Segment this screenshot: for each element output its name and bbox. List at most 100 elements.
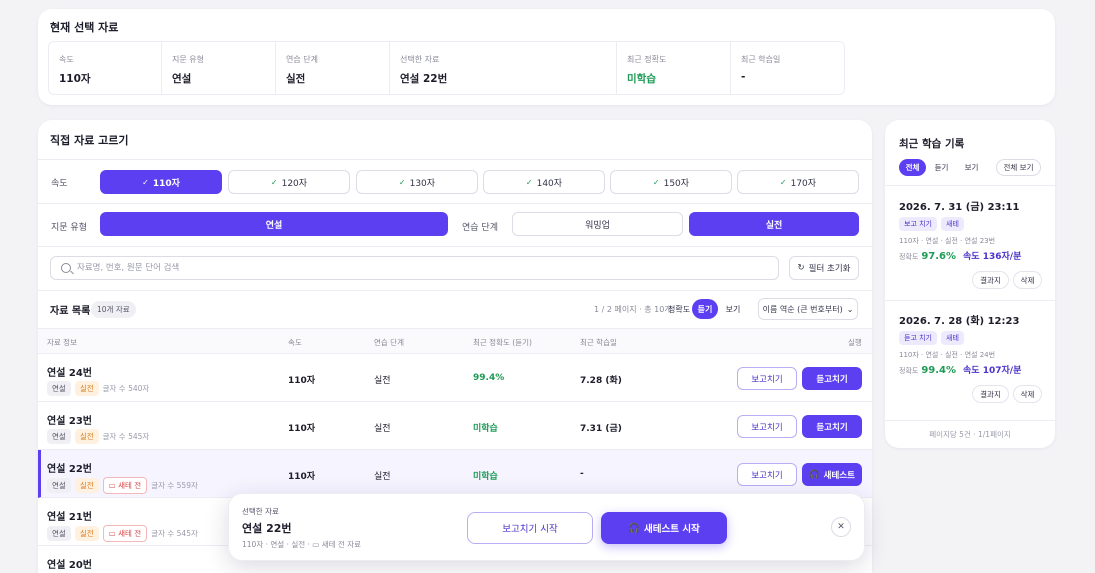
history-result-button[interactable]: 결과지 xyxy=(972,385,1009,403)
divider xyxy=(38,290,872,291)
check-icon: ✓ xyxy=(779,177,787,187)
history-date: 2026. 7. 28 (화) 12:23 xyxy=(899,316,1020,327)
stat-speed: 속도 110자 xyxy=(49,42,162,94)
history-date: 2026. 7. 31 (금) 23:11 xyxy=(899,202,1020,213)
speed-label: 속도 xyxy=(51,179,68,189)
start-view-type-button[interactable]: 보고치기 시작 xyxy=(467,512,593,544)
headphone-icon: 🎧 xyxy=(628,522,641,534)
speed-chip-110[interactable]: ✓ 110자 xyxy=(100,170,222,194)
table-header: 자료 정보 속도 연습 단계 최근 정확도 (듣기) 최근 학습일 실행 xyxy=(38,328,872,354)
listen-type-button[interactable]: 듣고치기 xyxy=(802,415,862,438)
sort-order-select[interactable]: 이름 역순 (큰 번호부터) ⌄ xyxy=(758,298,858,320)
stage-chip-warmup[interactable]: 워밍업 xyxy=(512,212,683,236)
history-accuracy: 정확도 97.6% 속도 136자/분 xyxy=(899,251,1022,262)
history-meta: 110자 · 연설 · 실전 · 연설 23번 xyxy=(899,237,996,245)
history-filter-view[interactable]: 보기 xyxy=(959,159,984,176)
col-accuracy: 최근 정확도 (듣기) xyxy=(473,338,532,347)
list-count-badge: 10개 자료 xyxy=(91,301,136,318)
row-name: 연설 21번 xyxy=(47,512,92,523)
history-meta: 110자 · 연설 · 실전 · 연설 24번 xyxy=(899,351,996,359)
search-input[interactable] xyxy=(77,263,778,273)
history-delete-button[interactable]: 삭제 xyxy=(1013,271,1042,289)
row-name: 연설 24번 xyxy=(47,368,92,379)
check-icon: ✓ xyxy=(525,177,533,187)
speed-chip-170[interactable]: ✓ 170자 xyxy=(737,170,859,194)
list-title: 자료 목록 xyxy=(50,306,91,317)
stat-stage: 연습 단계 실전 xyxy=(276,42,390,94)
stat-passage-type: 지문 유형 연설 xyxy=(162,42,276,94)
row-tags: 연설 실전 ▭ 새테 전 글자 수 559자 xyxy=(47,477,198,494)
row-name: 연설 23번 xyxy=(47,416,92,427)
close-icon[interactable]: ✕ xyxy=(831,517,851,537)
check-icon: ✓ xyxy=(142,177,149,187)
col-action: 실행 xyxy=(848,338,862,347)
reset-icon: ↻ xyxy=(797,263,805,273)
table-row-selected[interactable]: 연설 22번 연설 실전 ▭ 새테 전 글자 수 559자 110자 실전 미학… xyxy=(38,450,872,498)
speed-chip-130[interactable]: ✓ 130자 xyxy=(356,170,478,194)
history-view-all-button[interactable]: 전체 보기 xyxy=(996,159,1041,176)
row-tags: 연설 실전 ▭ 새테 전 글자 수 545자 xyxy=(47,525,198,542)
start-new-test-button[interactable]: 🎧 새테스트 시작 xyxy=(601,512,727,544)
listen-type-button[interactable]: 듣고치기 xyxy=(802,367,862,390)
speed-chip-150[interactable]: ✓ 150자 xyxy=(610,170,732,194)
sort-mode-view[interactable]: 보기 xyxy=(720,299,746,319)
stat-selected-material: 선택한 자료 연설 22번 xyxy=(390,42,617,94)
sort-mode-listen[interactable]: 듣기 xyxy=(692,299,718,319)
row-tags: 연설 실전 글자 수 540자 xyxy=(47,381,149,396)
row-name: 연설 20번 xyxy=(47,560,92,571)
table-row[interactable]: 연설 24번 연설 실전 글자 수 540자 110자 실전 99.4% 7.2… xyxy=(38,354,872,402)
current-selection-card: 현재 선택 자료 속도 110자 지문 유형 연설 연습 단계 실전 선택한 자… xyxy=(38,9,1055,105)
stat-recent-accuracy: 최근 정확도 미학습 xyxy=(617,42,731,94)
row-name: 연설 22번 xyxy=(47,464,92,475)
stage-chip-real[interactable]: 실전 xyxy=(689,212,859,236)
divider xyxy=(38,203,872,204)
headphone-icon: 🎧 xyxy=(809,469,820,480)
col-stage: 연습 단계 xyxy=(374,338,404,347)
page-info: 1 / 2 페이지 · 총 10개 xyxy=(594,305,672,314)
history-entry: 2026. 7. 28 (화) 12:23 듣고 치기 새테 110자 · 연설… xyxy=(885,300,1055,415)
new-test-button[interactable]: 🎧 새테스트 xyxy=(802,463,862,486)
row-tags: 연설 실전 글자 수 545자 xyxy=(47,429,149,444)
history-tags: 보고 치기 새테 xyxy=(899,217,964,231)
divider xyxy=(38,246,872,247)
history-filter-all[interactable]: 전체 xyxy=(899,159,926,176)
selection-stats: 속도 110자 지문 유형 연설 연습 단계 실전 선택한 자료 연설 22번 … xyxy=(48,41,845,95)
speed-chip-120[interactable]: ✓ 120자 xyxy=(228,170,350,194)
recent-history-card: 최근 학습 기록 전체 듣기 보기 전체 보기 2026. 7. 31 (금) … xyxy=(885,120,1055,448)
chevron-down-icon: ⌄ xyxy=(846,304,854,314)
floatbar-label: 선택한 자료 xyxy=(242,507,279,516)
history-title: 최근 학습 기록 xyxy=(899,138,965,150)
col-info: 자료 정보 xyxy=(47,338,77,347)
floatbar-title: 연설 22번 xyxy=(242,522,292,535)
reset-filter-button[interactable]: ↻ 필터 초기화 xyxy=(789,256,859,280)
floatbar-meta: 110자 · 연설 · 실전 · ▭ 새테 전 자료 xyxy=(242,540,362,549)
selected-material-bar: 선택한 자료 연설 22번 110자 · 연설 · 실전 · ▭ 새테 전 자료… xyxy=(228,493,865,561)
view-type-button[interactable]: 보고치기 xyxy=(737,367,797,390)
table-row[interactable]: 연설 23번 연설 실전 글자 수 545자 110자 실전 미학습 7.31 … xyxy=(38,402,872,450)
search-field[interactable] xyxy=(50,256,779,280)
stage-label: 연습 단계 xyxy=(462,223,498,233)
history-filter-listen[interactable]: 듣기 xyxy=(929,159,954,176)
history-pagination: 페이지당 5건 · 1/1페이지 xyxy=(885,420,1055,448)
history-tags: 듣고 치기 새테 xyxy=(899,331,964,345)
search-icon xyxy=(61,263,71,273)
current-selection-title: 현재 선택 자료 xyxy=(50,21,119,34)
check-icon: ✓ xyxy=(270,177,278,187)
sort-by-label: 정확도 xyxy=(668,305,691,314)
col-date: 최근 학습일 xyxy=(580,338,617,347)
col-speed: 속도 xyxy=(288,338,302,347)
picker-title: 직접 자료 고르기 xyxy=(50,134,129,147)
view-type-button[interactable]: 보고치기 xyxy=(737,415,797,438)
history-accuracy: 정확도 99.4% 속도 107자/분 xyxy=(899,365,1022,376)
stat-recent-date: 최근 학습일 - xyxy=(741,55,781,83)
speed-chip-140[interactable]: ✓ 140자 xyxy=(483,170,605,194)
type-chip-speech[interactable]: 연설 xyxy=(100,212,448,236)
type-label: 지문 유형 xyxy=(51,223,87,233)
check-icon: ✓ xyxy=(398,177,406,187)
history-delete-button[interactable]: 삭제 xyxy=(1013,385,1042,403)
history-result-button[interactable]: 결과지 xyxy=(972,271,1009,289)
history-entry: 2026. 7. 31 (금) 23:11 보고 치기 새테 110자 · 연설… xyxy=(885,185,1055,300)
check-icon: ✓ xyxy=(652,177,660,187)
view-type-button[interactable]: 보고치기 xyxy=(737,463,797,486)
divider xyxy=(38,159,872,160)
